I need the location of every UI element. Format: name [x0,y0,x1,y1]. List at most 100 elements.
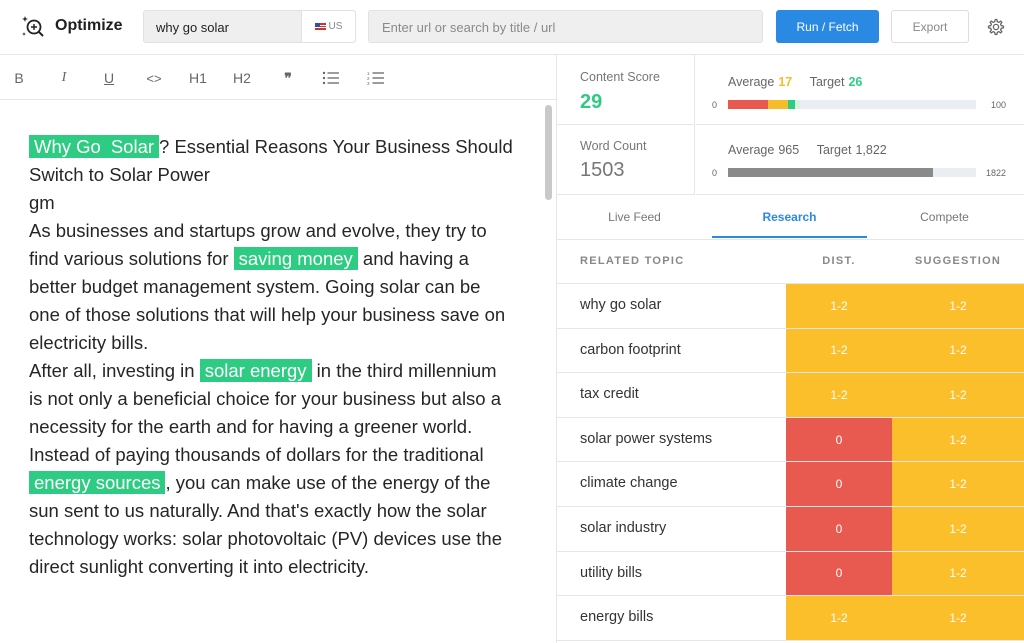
keyword-highlight: Solar [105,135,160,158]
dist-cell: 1-2 [786,328,892,373]
dist-cell: 0 [786,506,892,551]
target-label: Target [816,143,852,157]
average-label: Average [728,75,775,89]
numbered-list-icon[interactable]: 1 2 3 [367,68,385,88]
suggestion-cell: 1-2 [892,506,1024,551]
word-count-label: Word Count [580,139,647,153]
content-score-label: Content Score [580,70,660,84]
suggestion-cell: 1-2 [892,596,1024,640]
bar-max-label: 100 [990,100,1006,110]
score-bar-segment [728,100,768,109]
word-count-bar [728,168,976,177]
row-topic: utility bills [580,564,643,581]
score-bar-segment [787,100,795,109]
document-body[interactable]: Why Go Solar? Essential Reasons Your Busi… [29,133,515,581]
country-code: US [328,21,343,32]
content-score-metrics: Average 17 Target 26 0 100 [696,55,1024,125]
table-row[interactable]: tax credit 1-2 1-2 [557,373,1024,418]
panel-tabs: Live Feed Research Compete [557,195,1024,240]
tab-research[interactable]: Research [712,210,867,224]
table-row[interactable]: climate change 0 1-2 [557,462,1024,507]
suggestion-cell: 1-2 [892,551,1024,596]
content-score-card: Content Score 29 [557,55,695,125]
row-topic: climate change [580,475,678,492]
suggestion-cell: 1-2 [892,284,1024,328]
italic-button[interactable]: I [57,68,71,88]
target-value: 1,822 [855,143,887,157]
svg-text:3: 3 [367,81,370,86]
tab-live-feed[interactable]: Live Feed [557,210,712,224]
bold-button[interactable]: B [12,68,26,88]
blockquote-button[interactable]: ❞ [279,68,297,88]
keyword-input-value[interactable]: why go solar [156,20,229,35]
h1-button[interactable]: H1 [187,68,209,88]
app-title: Optimize [55,17,123,34]
keyword-highlight: energy sources [29,471,166,494]
us-flag-icon [314,23,326,30]
column-header-suggestion[interactable]: SUGGESTION [892,255,1024,267]
row-topic: tax credit [580,386,639,403]
row-topic: energy bills [580,609,654,626]
paragraph-text: After all, investing in [29,360,200,381]
average-value: 17 [778,75,793,89]
table-row[interactable]: solar industry 0 1-2 [557,506,1024,552]
dist-cell: 0 [786,417,892,462]
table-row[interactable]: energy bills 1-2 1-2 [557,596,1024,641]
topics-table-header: RELATED TOPIC DIST. SUGGESTION [557,240,1024,284]
code-button[interactable]: <> [143,68,165,88]
dist-cell: 0 [786,462,892,506]
paragraph[interactable]: As businesses and startups grow and evol… [29,217,515,357]
word-count-metrics: Average 965 Target 1,822 0 1822 [696,125,1024,195]
row-topic: solar power systems [580,430,713,447]
suggestion-cell: 1-2 [892,462,1024,506]
url-search-placeholder: Enter url or search by title / url [382,20,556,35]
underline-button[interactable]: U [102,68,116,88]
h2-button[interactable]: H2 [231,68,253,88]
bulleted-list-icon[interactable] [322,68,340,88]
dist-cell: 1-2 [786,284,892,328]
active-tab-indicator [712,236,867,238]
content-score-value: 29 [580,91,603,113]
content-score-bar [728,100,976,109]
run-fetch-button[interactable]: Run / Fetch [776,10,879,43]
paragraph[interactable]: After all, investing in solar energy in … [29,357,515,441]
bar-max-label: 1822 [985,168,1006,178]
keyword-highlight: solar energy [199,359,312,382]
paragraph[interactable]: gm [29,189,515,217]
row-topic: solar industry [580,519,667,536]
tab-compete[interactable]: Compete [867,210,1022,224]
content-editor[interactable]: Why Go Solar? Essential Reasons Your Busi… [0,101,556,643]
export-button[interactable]: Export [891,10,969,43]
column-header-dist[interactable]: DIST. [786,255,892,267]
editor-scrollbar-thumb[interactable] [545,105,552,200]
table-row[interactable]: solar power systems 0 1-2 [557,417,1024,463]
target-label: Target [809,75,845,89]
paragraph-text: Instead of paying thousands of dollars f… [29,444,484,465]
dist-cell: 0 [786,551,892,596]
url-search-field[interactable]: Enter url or search by title / url [368,10,763,43]
dist-cell: 1-2 [786,596,892,640]
row-topic: carbon footprint [580,341,681,358]
score-bar-segment [767,100,788,109]
suggestion-cell: 1-2 [892,373,1024,417]
top-bar: Optimize why go solar US Enter url or se… [0,0,1024,55]
word-count-card: Word Count 1503 [557,125,695,195]
column-header-topic[interactable]: RELATED TOPIC [580,255,685,267]
paragraph[interactable]: Instead of paying thousands of dollars f… [29,441,515,581]
document-title[interactable]: Why Go Solar? Essential Reasons Your Busi… [29,133,515,189]
bar-min-label: 0 [712,100,718,110]
table-row[interactable]: why go solar 1-2 1-2 [557,284,1024,329]
average-label: Average [728,143,775,157]
suggestion-cell: 1-2 [892,417,1024,462]
score-bar-segment [794,100,800,109]
gear-icon[interactable] [986,17,1006,37]
row-topic: why go solar [580,297,662,313]
country-selector[interactable]: US [301,11,355,42]
keyword-highlight: saving money [233,247,358,270]
table-row[interactable]: utility bills 0 1-2 [557,551,1024,597]
table-row[interactable]: carbon footprint 1-2 1-2 [557,328,1024,374]
target-value: 26 [848,75,863,89]
word-count-average-target: Average 965 Target 1,822 [728,143,887,157]
topics-table-body: why go solar 1-2 1-2 carbon footprint 1-2 1-2… [557,284,1024,641]
keyword-field[interactable]: why go solar US [143,10,356,43]
